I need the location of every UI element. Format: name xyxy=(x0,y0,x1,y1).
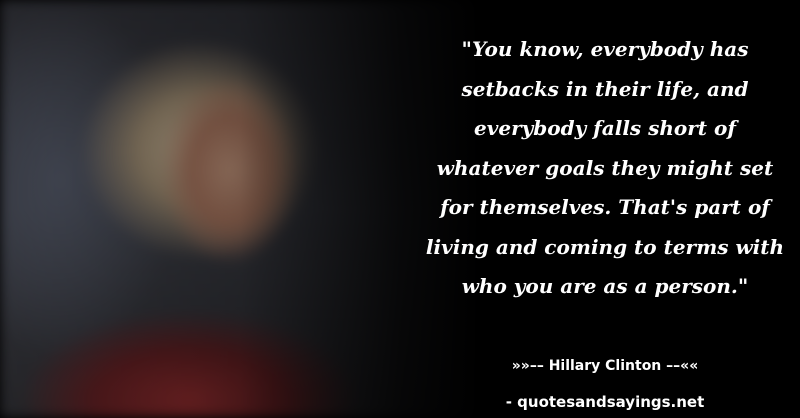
quote-text: "You know, everybody has setbacks in the… xyxy=(425,37,785,298)
quote-author: »»–– Hillary Clinton ––«« xyxy=(511,358,699,374)
source-site: - quotesandsayings.net xyxy=(505,393,705,411)
